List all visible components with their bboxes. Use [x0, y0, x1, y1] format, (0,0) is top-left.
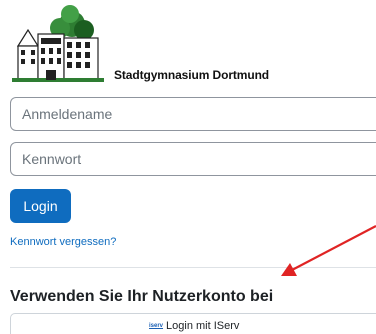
school-logo: Stadtgymnasium Dortmund	[10, 4, 269, 84]
iserv-login-button[interactable]: iserv Login mit IServ	[10, 313, 376, 334]
iserv-logo-icon: iserv	[149, 323, 164, 329]
username-input[interactable]	[10, 97, 376, 131]
password-input[interactable]	[10, 142, 376, 176]
school-building-icon	[12, 5, 104, 82]
divider	[10, 267, 376, 268]
iserv-login-label: Login mit IServ	[166, 320, 240, 332]
forgot-password-link[interactable]: Kennwort vergessen?	[10, 236, 116, 248]
school-name: Stadtgymnasium Dortmund	[114, 68, 270, 82]
login-button[interactable]: Login	[10, 189, 71, 223]
external-login-heading: Verwenden Sie Ihr Nutzerkonto bei	[10, 288, 274, 305]
